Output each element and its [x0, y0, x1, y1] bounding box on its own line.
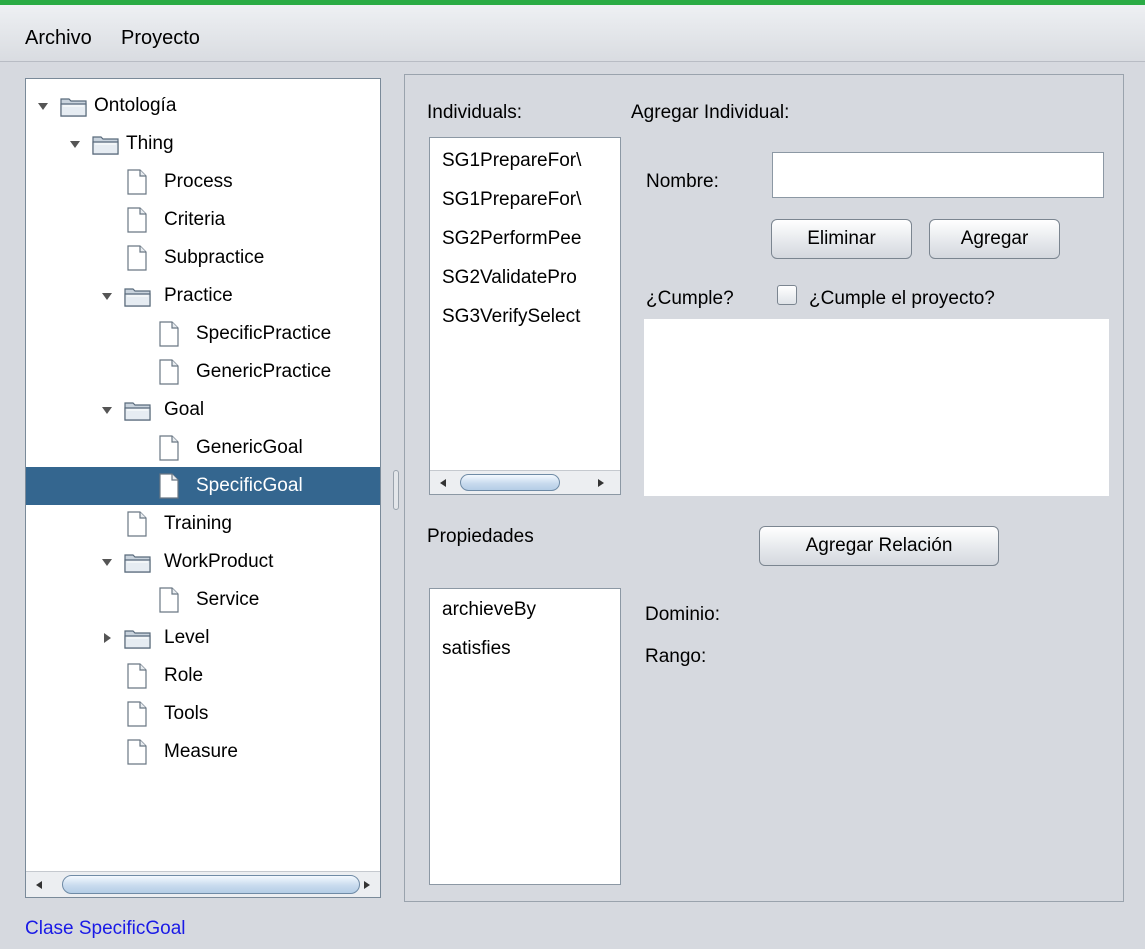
- tree-node-label: Subpractice: [164, 247, 265, 268]
- document-icon: [126, 207, 148, 233]
- tree-node-label: Tools: [164, 703, 209, 724]
- ontology-tree[interactable]: Ontología Thing Process Criteria Subprac…: [25, 78, 381, 898]
- tree-node-label: SpecificPractice: [196, 323, 332, 344]
- tree-node-role[interactable]: Role: [26, 657, 380, 695]
- description-textarea[interactable]: [644, 319, 1109, 496]
- document-icon: [126, 511, 148, 537]
- menu-archivo[interactable]: Archivo: [25, 27, 92, 50]
- individual-item[interactable]: SG1PrepareFor\: [442, 150, 581, 172]
- tree-node-label: Thing: [126, 133, 174, 154]
- details-panel: Individuals: SG1PrepareFor\ SG1PrepareFo…: [404, 74, 1124, 902]
- document-icon: [158, 587, 180, 613]
- cumple-checkbox[interactable]: [777, 285, 797, 305]
- split-pane-divider[interactable]: [393, 470, 399, 510]
- tree-horizontal-scrollbar[interactable]: [26, 871, 380, 897]
- scroll-right-arrow-icon[interactable]: [590, 471, 612, 494]
- folder-icon: [124, 551, 152, 573]
- tree-node-label: WorkProduct: [164, 551, 274, 572]
- tree-node-label: Training: [164, 513, 232, 534]
- individuals-horizontal-scrollbar[interactable]: [430, 470, 620, 494]
- nombre-label: Nombre:: [646, 171, 719, 192]
- rango-label: Rango:: [645, 646, 707, 667]
- property-item[interactable]: satisfies: [442, 638, 511, 660]
- tree-node-label: Ontología: [94, 95, 177, 116]
- tree-node-training[interactable]: Training: [26, 505, 380, 543]
- document-icon: [158, 321, 180, 347]
- tree-node-thing[interactable]: Thing: [26, 125, 380, 163]
- agregar-relacion-button[interactable]: Agregar Relación: [759, 526, 999, 566]
- folder-icon: [124, 285, 152, 307]
- collapsed-arrow-icon[interactable]: [100, 631, 114, 645]
- tree-node-label: Level: [164, 627, 210, 648]
- folder-icon: [124, 627, 152, 649]
- cumple-label: ¿Cumple?: [646, 288, 734, 309]
- scroll-thumb[interactable]: [460, 474, 560, 491]
- individual-item[interactable]: SG3VerifySelect: [442, 306, 580, 328]
- tree-node-service[interactable]: Service: [26, 581, 380, 619]
- propiedades-list[interactable]: archieveBy satisfies: [429, 588, 621, 885]
- tree-node-criteria[interactable]: Criteria: [26, 201, 380, 239]
- individual-item[interactable]: SG1PrepareFor\: [442, 189, 581, 211]
- status-bar-text: Clase SpecificGoal: [25, 918, 186, 939]
- expanded-arrow-icon[interactable]: [100, 555, 114, 569]
- folder-icon: [92, 133, 120, 155]
- document-icon: [126, 245, 148, 271]
- tree-node-tools[interactable]: Tools: [26, 695, 380, 733]
- tree-node-label: SpecificGoal: [196, 475, 303, 496]
- scroll-left-arrow-icon[interactable]: [432, 471, 454, 494]
- folder-icon: [60, 95, 88, 117]
- menu-bar: Archivo Proyecto: [0, 5, 1145, 62]
- tree-node-genericgoal[interactable]: GenericGoal: [26, 429, 380, 467]
- individual-item[interactable]: SG2ValidatePro: [442, 267, 577, 289]
- expanded-arrow-icon[interactable]: [100, 403, 114, 417]
- tree-node-label: Practice: [164, 285, 233, 306]
- tree-node-specificpractice[interactable]: SpecificPractice: [26, 315, 380, 353]
- propiedades-label: Propiedades: [427, 526, 534, 547]
- tree-node-ontologia[interactable]: Ontología: [26, 87, 380, 125]
- tree-node-practice[interactable]: Practice: [26, 277, 380, 315]
- tree-node-level[interactable]: Level: [26, 619, 380, 657]
- nombre-input[interactable]: [772, 152, 1104, 198]
- tree-node-workproduct[interactable]: WorkProduct: [26, 543, 380, 581]
- individuals-list[interactable]: SG1PrepareFor\ SG1PrepareFor\ SG2Perform…: [429, 137, 621, 495]
- document-icon: [158, 435, 180, 461]
- tree-node-label: Criteria: [164, 209, 226, 230]
- tree-node-label: Process: [164, 171, 233, 192]
- individual-item[interactable]: SG2PerformPee: [442, 228, 581, 250]
- document-icon: [126, 739, 148, 765]
- tree-node-label: Service: [196, 589, 260, 610]
- scroll-left-arrow-icon[interactable]: [28, 872, 50, 897]
- document-icon: [158, 359, 180, 385]
- tree-node-label: GenericPractice: [196, 361, 332, 382]
- expanded-arrow-icon[interactable]: [68, 137, 82, 151]
- scroll-right-arrow-icon[interactable]: [356, 872, 378, 897]
- dominio-label: Dominio:: [645, 604, 720, 625]
- folder-icon: [124, 399, 152, 421]
- eliminar-button[interactable]: Eliminar: [771, 219, 912, 259]
- cumple-proyecto-label: ¿Cumple el proyecto?: [809, 288, 995, 309]
- tree-node-label: Goal: [164, 399, 205, 420]
- menu-proyecto[interactable]: Proyecto: [121, 27, 200, 50]
- tree-node-subpractice[interactable]: Subpractice: [26, 239, 380, 277]
- expanded-arrow-icon[interactable]: [100, 289, 114, 303]
- tree-node-goal[interactable]: Goal: [26, 391, 380, 429]
- tree-node-label: Measure: [164, 741, 238, 762]
- property-item[interactable]: archieveBy: [442, 599, 536, 621]
- tree-node-label: GenericGoal: [196, 437, 303, 458]
- scroll-thumb[interactable]: [62, 875, 360, 894]
- expanded-arrow-icon[interactable]: [36, 99, 50, 113]
- tree-node-genericpractice[interactable]: GenericPractice: [26, 353, 380, 391]
- tree-node-specificgoal[interactable]: SpecificGoal: [26, 467, 380, 505]
- agregar-button[interactable]: Agregar: [929, 219, 1060, 259]
- agregar-individual-title: Agregar Individual:: [631, 102, 790, 123]
- tree-node-process[interactable]: Process: [26, 163, 380, 201]
- document-icon: [126, 169, 148, 195]
- tree-node-label: Role: [164, 665, 204, 686]
- individuals-label: Individuals:: [427, 102, 523, 123]
- document-icon: [126, 663, 148, 689]
- document-icon: [126, 701, 148, 727]
- document-icon: [158, 473, 180, 499]
- tree-node-measure[interactable]: Measure: [26, 733, 380, 771]
